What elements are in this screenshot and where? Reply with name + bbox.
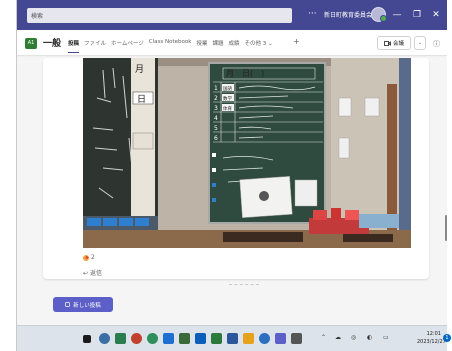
classroom-photo[interactable]: 月 日 月 日( ) 1 2 3 4 5 6 国語 数学 体育 [83,58,411,248]
add-tab-button[interactable]: + [293,37,300,46]
tab-grades[interactable]: 成績 [228,39,239,53]
app-icon[interactable] [291,333,302,344]
tab-lessons[interactable]: 授業 [196,39,207,53]
month-char: 月 [135,64,144,75]
task-view-icon[interactable] [115,333,126,344]
row-number: 4 [214,115,218,122]
post-card: 月 日 月 日( ) 1 2 3 4 5 6 国語 数学 体育 2 ↩ 返信 [43,58,429,279]
compose-icon [65,302,71,307]
title-bar: 検索 ··· 新日町教育委員会 — ❐ ✕ [17,0,447,30]
tab-homepage[interactable]: ホームページ [111,39,144,53]
tab-files[interactable]: ファイル [84,39,106,53]
taskbar-clock[interactable]: 12:01 2023/12/27 [417,330,446,346]
file-explorer-icon[interactable] [243,333,254,344]
reaction-count: 2 [91,254,95,261]
chevron-up-icon[interactable]: ⌃ [321,334,326,341]
classroom-image: 月 日 月 日( ) 1 2 3 4 5 6 国語 数学 体育 [83,58,411,248]
clock-date: 2023/12/27 [417,339,446,345]
network-icon[interactable]: ◎ [351,334,356,341]
app-icon[interactable] [131,333,142,344]
word-icon[interactable] [227,333,238,344]
tab-posts[interactable]: 投稿 [68,39,80,53]
notification-badge[interactable]: 1 [443,334,451,342]
new-post-button[interactable]: 新しい投稿 [53,297,113,312]
org-name: 新日町教育委員会 [324,12,373,19]
meet-label: 会議 [392,41,404,47]
team-badge: A1 [25,38,37,49]
chrome-icon[interactable] [147,333,158,344]
row-number: 3 [214,105,218,112]
taskbar: ⌃ ☁ ◎ ◐ ▭ 12:01 2023/12/27 [17,325,447,351]
teams-window: 検索 ··· 新日町教育委員会 — ❐ ✕ A1 一般 投稿 ファイル ホームペ… [16,0,447,351]
maximize-button[interactable]: ❐ [410,8,424,22]
volume-icon[interactable]: ◐ [367,334,372,341]
subject-tag: 体育 [223,105,232,112]
channel-header: A1 一般 投稿 ファイル ホームページ Class Notebook 授業 課… [17,30,447,56]
clock-time: 12:01 [426,331,441,337]
more-options-button[interactable]: ··· [308,8,317,20]
divider [229,284,259,285]
edge-icon[interactable] [163,333,174,344]
search-input[interactable]: 検索 [27,8,292,23]
excel-icon[interactable] [211,333,222,344]
reply-icon: ↩ [83,270,89,277]
row-number: 2 [214,95,218,102]
close-button[interactable]: ✕ [429,8,443,22]
channel-name: 一般 [43,39,62,49]
subject-tag: 国語 [223,85,232,92]
tab-class-notebook[interactable]: Class Notebook [149,39,192,53]
video-camera-icon [384,40,391,46]
reply-button[interactable]: ↩ 返信 [83,268,102,277]
info-icon[interactable]: ⓘ [433,39,440,49]
new-post-label: 新しい投稿 [73,302,101,309]
reaction-badge[interactable]: 2 [83,254,95,261]
channel-tabs: 投稿 ファイル ホームページ Class Notebook 授業 課題 成績 そ… [68,39,273,53]
row-number: 1 [214,85,218,92]
row-number: 5 [214,125,218,132]
scrollbar-thumb[interactable] [445,215,447,241]
day-char: 日 [137,94,146,105]
cloud-icon[interactable]: ☁ [335,334,341,341]
row-number: 6 [214,135,218,142]
posts-area: 月 日 月 日( ) 1 2 3 4 5 6 国語 数学 体育 2 ↩ 返信 新… [17,57,447,325]
subject-tag: 数学 [223,95,232,102]
tab-more[interactable]: その他 3 ⌄ [244,39,272,53]
app-icon[interactable] [179,333,190,344]
meet-button[interactable]: 会議 [377,36,411,50]
avatar[interactable] [371,7,387,22]
minimize-button[interactable]: — [390,8,404,22]
search-taskbar-icon[interactable] [99,333,110,344]
reply-label: 返信 [89,270,102,277]
outlook-icon[interactable] [195,333,206,344]
board-title: 月 日( ) [226,69,264,78]
teams-icon[interactable] [275,333,286,344]
battery-icon[interactable]: ▭ [383,334,389,341]
start-icon[interactable] [83,335,91,343]
meet-dropdown-button[interactable]: ⌄ [414,36,426,50]
heart-emoji-icon [83,254,89,261]
tab-assignments[interactable]: 課題 [212,39,223,53]
app-icon[interactable] [259,333,270,344]
